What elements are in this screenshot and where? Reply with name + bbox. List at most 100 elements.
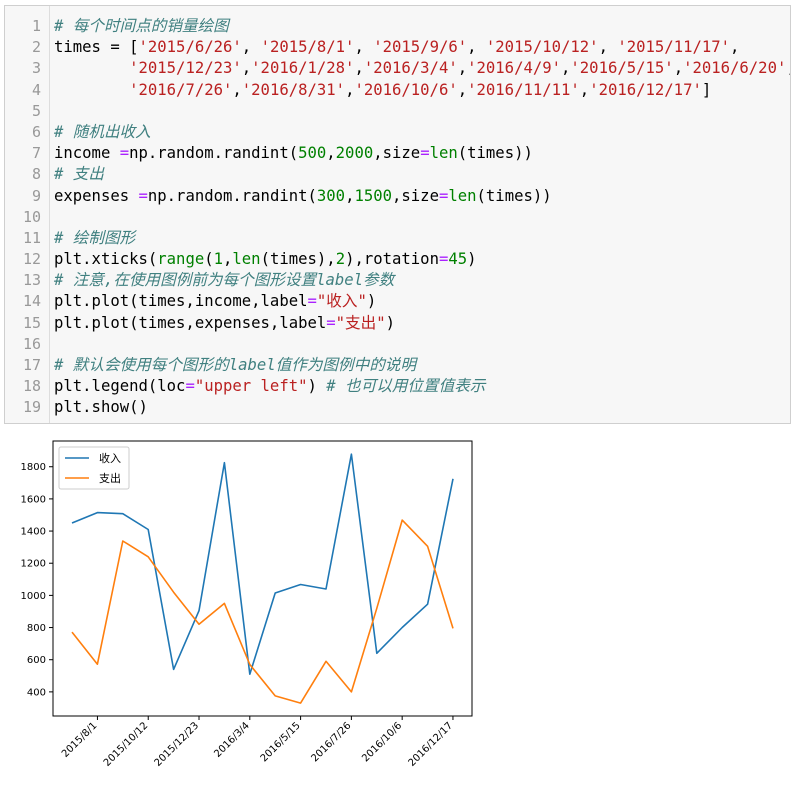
code-token: ) — [307, 377, 327, 396]
line-number: 13 — [22, 271, 41, 290]
code-token: , — [673, 59, 684, 78]
code-token: ( — [204, 250, 214, 269]
code-line[interactable]: 3 '2015/12/23','2016/1/28','2016/3/4','2… — [5, 58, 790, 79]
line-number: 16 — [22, 334, 41, 353]
code-token: "收入" — [316, 292, 367, 311]
code-text: '2015/12/23','2016/1/28','2016/3/4','201… — [54, 58, 790, 79]
code-text: # 默认会使用每个图形的label值作为图例中的说明 — [54, 355, 790, 376]
code-line[interactable]: 9 expenses =np.random.randint(300,1500,si… — [5, 186, 790, 207]
code-token: np.random.randint( — [129, 144, 299, 163]
code-text: plt.xticks(range(1,len(times),2),rotatio… — [54, 249, 790, 270]
code-text: plt.show() — [54, 397, 790, 418]
code-line[interactable]: 12 plt.xticks(range(1,len(times),2),rotat… — [5, 249, 790, 270]
line-number: 2 — [31, 38, 41, 57]
code-token: # 也可以用位置值表示 — [326, 377, 486, 396]
code-token: , — [730, 38, 740, 57]
code-line[interactable]: 18 plt.legend(loc="upper left") # 也可以用位置值… — [5, 376, 790, 397]
code-text: plt.plot(times,income,label="收入") — [54, 291, 790, 312]
code-token: plt.plot(times,expenses,label — [54, 313, 327, 332]
code-line[interactable]: 15 plt.plot(times,expenses,label="支出") — [5, 313, 790, 334]
line-chart: 400600800100012001400160018002015/8/1 201… — [21, 440, 473, 769]
y-tick-label: 800 — [27, 623, 46, 634]
code-text: # 支出 — [54, 164, 790, 185]
code-token: 1 — [213, 250, 224, 269]
code-token: 2 — [335, 250, 346, 269]
code-token: , — [241, 38, 261, 57]
code-line[interactable]: 4 '2016/7/26','2016/8/31','2016/10/6','2… — [5, 80, 790, 101]
code-token: ,size — [373, 144, 421, 163]
code-token: # 注意,在使用图例前为每个图形设置label参数 — [54, 271, 395, 290]
code-token: = — [307, 292, 317, 311]
code-token: = — [438, 250, 449, 269]
code-token: plt.show() — [54, 398, 148, 417]
code-line[interactable]: 1 # 每个时间点的销量绘图 — [5, 16, 790, 37]
line-number: 4 — [31, 80, 41, 99]
code-token: 500 — [298, 144, 327, 163]
code-token: income — [54, 144, 120, 163]
code-cell[interactable]: 1 # 每个时间点的销量绘图 2 times = ['2015/6/26', '201… — [4, 5, 791, 424]
code-token: , — [354, 38, 374, 57]
code-token: expenses — [54, 186, 139, 205]
y-tick-label: 600 — [27, 655, 46, 666]
code-token: = — [438, 186, 449, 205]
y-tick-label: 1000 — [21, 591, 46, 602]
code-editor[interactable]: 1 # 每个时间点的销量绘图 2 times = ['2015/6/26', '201… — [5, 16, 790, 419]
line-number: 1 — [31, 17, 41, 35]
code-text: # 每个时间点的销量绘图 — [54, 16, 790, 37]
line-number: 19 — [22, 398, 41, 417]
code-token: '2016/10/6' — [354, 80, 458, 99]
line-number: 10 — [22, 207, 41, 226]
code-token: '2016/5/15' — [570, 59, 674, 78]
code-text: income =np.random.randint(500,2000,size=… — [54, 143, 790, 164]
code-line[interactable]: 17 # 默认会使用每个图形的label值作为图例中的说明 — [5, 355, 790, 376]
code-line[interactable]: 5 — [5, 101, 790, 122]
code-token: , — [786, 59, 790, 77]
code-token: , — [326, 144, 336, 163]
code-line[interactable]: 11 # 绘制图形 — [5, 228, 790, 249]
code-token: '2015/12/23' — [129, 59, 242, 78]
code-token: , — [457, 59, 468, 78]
code-text: # 注意,在使用图例前为每个图形设置label参数 — [54, 270, 790, 291]
code-line[interactable]: 7 income =np.random.randint(500,2000,size… — [5, 143, 790, 164]
code-line[interactable]: 6 # 随机出收入 — [5, 122, 790, 143]
code-token: 1500 — [354, 186, 393, 205]
code-token: = — [420, 144, 430, 163]
code-token: , — [354, 59, 364, 78]
code-line[interactable]: 10 — [5, 207, 790, 228]
code-line[interactable]: 2 times = ['2015/6/26', '2015/8/1', '2015… — [5, 37, 790, 58]
line-number: 14 — [22, 292, 41, 311]
code-token: = — [138, 186, 148, 205]
code-token: ) — [467, 250, 477, 269]
code-line[interactable]: 8 # 支出 — [5, 164, 790, 185]
code-token: '2016/8/31' — [241, 80, 346, 99]
code-text: plt.legend(loc="upper left") # 也可以用位置值表示 — [54, 376, 790, 397]
code-token: plt.xticks( — [54, 250, 158, 269]
x-tick-label: 2015/10/12 — [102, 720, 151, 769]
code-token: '2015/10/12' — [485, 38, 599, 57]
code-line[interactable]: 13 # 注意,在使用图例前为每个图形设置label参数 — [5, 270, 790, 291]
code-token: "upper left" — [194, 377, 308, 396]
code-token: , — [561, 59, 571, 78]
code-token: = — [119, 144, 130, 163]
code-token: 2000 — [335, 144, 374, 163]
x-tick-label: 2016/7/26 — [309, 720, 353, 764]
code-token: # 支出 — [54, 165, 104, 184]
y-tick-label: 1600 — [21, 494, 46, 505]
x-tick-label: 2015/8/1 — [60, 720, 100, 760]
line-number: 7 — [31, 144, 41, 163]
y-tick-label: 1200 — [21, 559, 46, 570]
code-token: # 随机出收入 — [54, 122, 151, 141]
y-tick-label: 1400 — [21, 527, 46, 538]
code-token: ] — [701, 80, 712, 99]
code-token: plt.plot(times,income,label — [54, 292, 308, 311]
code-line[interactable]: 19 plt.show() — [5, 397, 790, 418]
code-token: ,size — [392, 186, 439, 205]
code-token: , — [232, 80, 242, 99]
code-token: plt.legend(loc — [54, 377, 186, 396]
x-tick-label: 2016/12/17 — [407, 720, 456, 769]
code-token: , — [223, 250, 233, 269]
code-line[interactable]: 14 plt.plot(times,income,label="收入") — [5, 291, 790, 312]
code-token: "支出" — [335, 313, 386, 332]
x-tick-label: 2016/10/6 — [360, 720, 404, 764]
code-line[interactable]: 16 — [5, 334, 790, 355]
